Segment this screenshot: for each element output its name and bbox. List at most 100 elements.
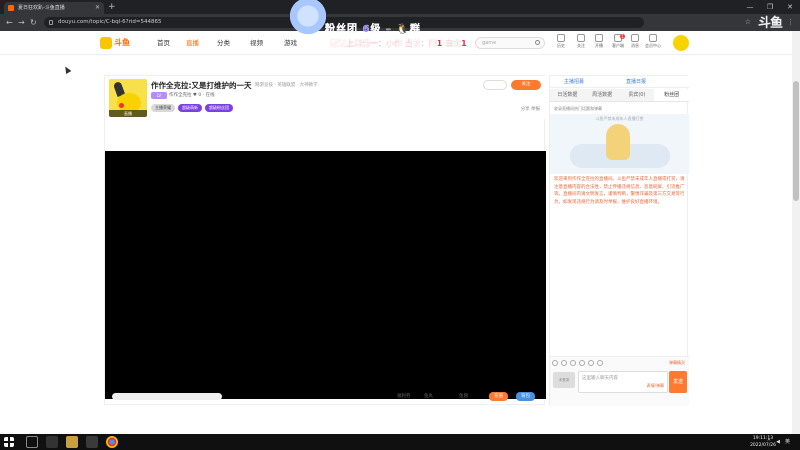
user-avatar[interactable] bbox=[673, 35, 689, 51]
avatar-cheek bbox=[119, 103, 124, 108]
tag-item[interactable]: 超级萌新 bbox=[178, 104, 202, 112]
settings-icon[interactable] bbox=[597, 360, 603, 366]
mascot-figure bbox=[606, 124, 630, 160]
noble-icon[interactable] bbox=[588, 360, 594, 366]
broadcast-label: 开播 bbox=[595, 43, 603, 48]
chat-tabs: 日活数据 周活数据 贵宾(0) 粉丝团 bbox=[550, 89, 689, 102]
windows-start-icon[interactable] bbox=[4, 437, 14, 447]
clock-time: 19:11:13 bbox=[752, 436, 774, 441]
star-icon[interactable]: ☆ bbox=[745, 14, 751, 31]
nav-category[interactable]: 分类 bbox=[217, 37, 230, 49]
clock[interactable]: 19:11:13 2022/07/26 bbox=[750, 435, 776, 449]
scrollbar-thumb[interactable] bbox=[793, 81, 799, 201]
tab-fanclub[interactable]: 粉丝团 bbox=[654, 89, 689, 101]
member-icon bbox=[649, 34, 657, 42]
broadcast-icon bbox=[595, 34, 603, 42]
room-title: 作作全克拉:又是打维护的一天 bbox=[151, 81, 252, 90]
room-category[interactable]: 网游竞技 · 英雄联盟 · 大神教学 bbox=[255, 82, 318, 88]
volume-icon[interactable]: ◀ bbox=[776, 434, 780, 450]
share-report-links[interactable]: 分享 举报 bbox=[521, 106, 540, 112]
chat-notice: 收录直播间热门话题和弹幕 bbox=[554, 106, 602, 111]
chrome-icon[interactable] bbox=[106, 436, 118, 448]
chat-panel: 主播招募 直播日报 日活数据 周活数据 贵宾(0) 粉丝团 收录直播间热门话题和… bbox=[549, 75, 689, 406]
close-window-button[interactable]: ✕ bbox=[780, 0, 800, 14]
minimize-button[interactable]: — bbox=[740, 0, 760, 14]
chat-input[interactable]: 这里输入聊天内容 表情/弹幕 bbox=[578, 371, 668, 393]
fan-icon[interactable] bbox=[579, 360, 585, 366]
emoji-icon[interactable] bbox=[552, 360, 558, 366]
live-daily-link[interactable]: 直播日报 bbox=[626, 76, 646, 88]
site-logo[interactable]: 斗鱼 bbox=[100, 37, 136, 49]
backpack-button[interactable]: 背包 bbox=[516, 392, 535, 401]
search-taskbar-icon[interactable] bbox=[26, 436, 38, 448]
tab-daily[interactable]: 日活数据 bbox=[550, 89, 585, 101]
anchor-avatar[interactable]: 直播 bbox=[109, 79, 147, 117]
chat-input-area: 弹幕精灵 未登录 这里输入聊天内容 表情/弹幕 发送 bbox=[550, 356, 689, 406]
room-header: 直播 作作全克拉:又是打维护的一天 网游竞技 · 英雄联盟 · 大神教学 关注 … bbox=[105, 76, 546, 119]
header-member[interactable]: 会员中心 bbox=[642, 34, 664, 49]
web-page: 斗鱼 首页 直播 分类 视频 游戏 game 历史 关注 开播 1 客户端 消息 … bbox=[0, 31, 792, 434]
stream-card: 直播 作作全克拉:又是打维护的一天 网游竞技 · 英雄联盟 · 大神教学 关注 … bbox=[104, 75, 546, 405]
forward-icon[interactable]: → bbox=[18, 14, 25, 31]
header-history[interactable]: 历史 bbox=[550, 34, 572, 49]
search-placeholder: game bbox=[482, 40, 497, 46]
vtuber-avatar bbox=[290, 0, 326, 40]
search-input[interactable]: game bbox=[475, 37, 545, 49]
app-g-icon[interactable] bbox=[46, 436, 58, 448]
overlay-fanclub-text: 粉丝团 6级 – 🐧群 bbox=[325, 24, 421, 35]
search-icon[interactable] bbox=[535, 40, 540, 45]
chat-user-avatar[interactable]: 未登录 bbox=[553, 372, 575, 388]
chat-topbar: 主播招募 直播日报 bbox=[550, 76, 689, 88]
taskbar: ^ ◀ 英 19:11:13 2022/07/26 bbox=[0, 434, 800, 450]
color-icon[interactable] bbox=[570, 360, 576, 366]
app-l-icon[interactable] bbox=[86, 436, 98, 448]
history-icon bbox=[557, 34, 565, 42]
page-scrollbar[interactable] bbox=[792, 31, 800, 434]
mouse-cursor-icon bbox=[62, 64, 72, 75]
menu-icon[interactable]: ⋮ bbox=[787, 14, 794, 31]
nav-video[interactable]: 视频 bbox=[250, 37, 263, 49]
send-button[interactable]: 发送 bbox=[669, 371, 687, 393]
chat-tools bbox=[552, 360, 603, 366]
nav-live[interactable]: 直播 bbox=[186, 37, 199, 49]
nav-home[interactable]: 首页 bbox=[157, 37, 170, 49]
anchor-name[interactable]: 作作全克拉 ♥ 0 · 在线 bbox=[169, 92, 215, 99]
reload-icon[interactable]: ↻ bbox=[30, 14, 37, 31]
message-label: 消息 bbox=[631, 43, 639, 48]
client-label: 客户端 bbox=[612, 43, 624, 48]
back-icon[interactable]: ← bbox=[6, 14, 13, 31]
report-button[interactable] bbox=[483, 80, 507, 90]
danmu-hint[interactable]: 弹幕精灵 bbox=[669, 360, 685, 366]
recharge-button[interactable]: 充值 bbox=[489, 392, 508, 401]
illustration-caption: 斗鱼严禁未成年人直播打赏 bbox=[595, 116, 644, 121]
follow-label: 关注 bbox=[577, 43, 585, 48]
chat-illustration: 斗鱼严禁未成年人直播打赏 bbox=[550, 114, 689, 174]
coupon-label[interactable]: 福利券 bbox=[397, 393, 411, 399]
tab-vip[interactable]: 贵宾(0) bbox=[620, 89, 655, 101]
tag-item[interactable]: 主播荣耀 bbox=[151, 104, 175, 112]
gift-icon[interactable] bbox=[561, 360, 567, 366]
tab-weekly[interactable]: 周活数据 bbox=[585, 89, 620, 101]
video-player[interactable] bbox=[105, 151, 546, 399]
app-folder-icon[interactable] bbox=[66, 436, 78, 448]
follow-button[interactable]: 关注 bbox=[511, 80, 541, 90]
ime-icon[interactable]: 英 bbox=[785, 434, 790, 450]
browser-tab[interactable]: 夏日狂欢趴-斗鱼直播 ✕ bbox=[4, 2, 104, 14]
follow-icon bbox=[577, 34, 585, 42]
fishfin-label[interactable]: 鱼翅 bbox=[459, 393, 468, 399]
fishball-label[interactable]: 鱼丸 bbox=[424, 393, 433, 399]
room-tags: 主播荣耀 超级萌新 超级粉丝团 bbox=[151, 104, 233, 112]
tab-title: 夏日狂欢趴-斗鱼直播 bbox=[18, 5, 65, 11]
favicon-icon bbox=[8, 5, 14, 11]
message-icon bbox=[631, 34, 639, 42]
tab-close-icon[interactable]: ✕ bbox=[95, 2, 100, 14]
new-tab-button[interactable]: + bbox=[108, 1, 116, 13]
gift-bar: 福利券 鱼丸 鱼翅 充值 背包 bbox=[104, 389, 545, 405]
level-badge: LV bbox=[151, 92, 167, 99]
corner-watermark: 斗鱼 bbox=[758, 16, 783, 31]
chat-input-sub[interactable]: 表情/弹幕 bbox=[647, 383, 664, 389]
url-text: douyu.com/topic/C-bql-6?rid=544865 bbox=[58, 19, 162, 25]
tag-item[interactable]: 超级粉丝团 bbox=[205, 104, 233, 112]
anchor-recruit-link[interactable]: 主播招募 bbox=[564, 76, 584, 88]
lock-icon bbox=[49, 20, 53, 25]
